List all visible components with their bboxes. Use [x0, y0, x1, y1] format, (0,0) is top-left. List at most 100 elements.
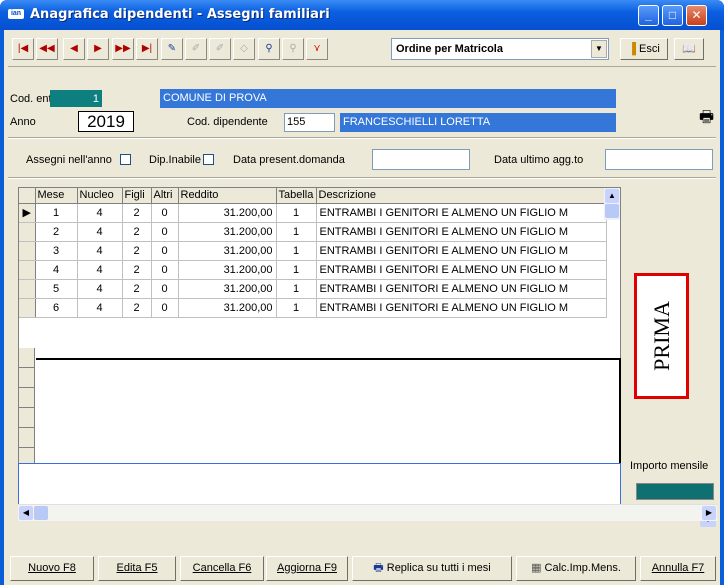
- new-record-icon[interactable]: ✎: [161, 38, 183, 60]
- table-cell[interactable]: 2: [122, 241, 152, 261]
- table-cell[interactable]: 4: [77, 222, 123, 242]
- book-icon[interactable]: 📖: [674, 38, 704, 60]
- table-cell[interactable]: 4: [77, 203, 123, 223]
- scroll-thumb[interactable]: [605, 204, 619, 218]
- erase-icon[interactable]: ◇: [233, 38, 255, 60]
- table-cell[interactable]: 6: [35, 298, 78, 318]
- search-disabled-icon[interactable]: ⚲: [282, 38, 304, 60]
- table-cell[interactable]: 0: [151, 241, 179, 261]
- order-select[interactable]: Ordine per Matricola ▼: [391, 38, 609, 60]
- table-row[interactable]: 4 4 2 0 31.200,00 1 ENTRAMBI I GENITORI E ALME…: [19, 260, 607, 280]
- table-cell[interactable]: ENTRAMBI I GENITORI E ALMENO UN FIGLIO M: [316, 241, 607, 261]
- importo-field[interactable]: [636, 483, 714, 500]
- assegni-grid[interactable]: Mese Nucleo Figli Altri Reddito Tabella …: [18, 187, 621, 482]
- column-header[interactable]: Tabella: [276, 188, 317, 204]
- title-bar[interactable]: ian Anagrafica dipendenti - Assegni fami…: [0, 0, 724, 30]
- data-agg-field[interactable]: [605, 149, 713, 170]
- table-cell[interactable]: 0: [151, 260, 179, 280]
- row-indicator[interactable]: [19, 279, 36, 299]
- table-row[interactable]: ▶ 1 4 2 0 31.200,00 1 ENTRAMBI I GENITORI E ALM…: [19, 203, 607, 223]
- table-cell[interactable]: 31.200,00: [178, 279, 277, 299]
- chevron-up-icon[interactable]: ▲: [605, 189, 619, 203]
- table-cell[interactable]: ENTRAMBI I GENITORI E ALMENO UN FIGLIO M: [316, 260, 607, 280]
- chevron-down-icon[interactable]: ▼: [591, 40, 607, 58]
- column-header[interactable]: Altri: [151, 188, 179, 204]
- table-cell[interactable]: 31.200,00: [178, 298, 277, 318]
- first-record-icon[interactable]: |◀: [12, 38, 34, 60]
- table-cell[interactable]: 31.200,00: [178, 260, 277, 280]
- column-header[interactable]: Mese: [35, 188, 78, 204]
- cancella-button[interactable]: Cancella F6: [180, 556, 264, 581]
- next-record-icon[interactable]: ▶: [87, 38, 109, 60]
- nuovo-button[interactable]: Nuovo F8: [10, 556, 94, 581]
- table-cell[interactable]: 3: [35, 241, 78, 261]
- table-cell[interactable]: 4: [77, 279, 123, 299]
- anno-field[interactable]: 2019: [78, 111, 134, 132]
- data-domanda-field[interactable]: [372, 149, 470, 170]
- table-cell[interactable]: 1: [276, 298, 317, 318]
- row-indicator[interactable]: [19, 222, 36, 242]
- assegni-checkbox[interactable]: [120, 154, 131, 165]
- table-cell[interactable]: 4: [77, 260, 123, 280]
- table-cell[interactable]: 4: [77, 298, 123, 318]
- table-cell[interactable]: ENTRAMBI I GENITORI E ALMENO UN FIGLIO M: [316, 279, 607, 299]
- table-cell[interactable]: 0: [151, 222, 179, 242]
- exit-button[interactable]: ▐ Esci: [620, 38, 668, 60]
- annulla-button[interactable]: Annulla F7: [640, 556, 716, 581]
- chevron-left-icon[interactable]: ◀: [19, 506, 33, 520]
- table-cell[interactable]: 2: [122, 203, 152, 223]
- table-cell[interactable]: 4: [35, 260, 78, 280]
- table-cell[interactable]: 0: [151, 203, 179, 223]
- column-header[interactable]: Descrizione: [316, 188, 607, 204]
- table-cell[interactable]: 2: [122, 260, 152, 280]
- minimize-button[interactable]: _: [638, 5, 659, 26]
- table-cell[interactable]: 1: [276, 203, 317, 223]
- search-icon[interactable]: ⚲: [258, 38, 280, 60]
- maximize-button[interactable]: □: [662, 5, 683, 26]
- scroll-thumb[interactable]: [34, 506, 48, 520]
- filter-icon[interactable]: ⋎: [306, 38, 328, 60]
- prev-page-icon[interactable]: ◀◀: [36, 38, 58, 60]
- table-cell[interactable]: 1: [35, 203, 78, 223]
- table-cell[interactable]: 1: [276, 241, 317, 261]
- table-cell[interactable]: 4: [77, 241, 123, 261]
- edit-record2-icon[interactable]: ✐: [209, 38, 231, 60]
- cod-dipendente-field[interactable]: 155: [284, 113, 335, 132]
- aggiorna-button[interactable]: Aggiorna F9: [266, 556, 348, 581]
- table-cell[interactable]: ENTRAMBI I GENITORI E ALMENO UN FIGLIO M: [316, 203, 607, 223]
- table-row[interactable]: 6 4 2 0 31.200,00 1 ENTRAMBI I GENITORI E ALME…: [19, 298, 607, 318]
- print-icon[interactable]: 🖶: [699, 106, 714, 133]
- table-cell[interactable]: 31.200,00: [178, 222, 277, 242]
- table-cell[interactable]: 31.200,00: [178, 241, 277, 261]
- table-cell[interactable]: 2: [122, 279, 152, 299]
- row-indicator[interactable]: [19, 298, 36, 318]
- prev-record-icon[interactable]: ◀: [63, 38, 85, 60]
- cod-ente-field[interactable]: 1: [50, 90, 102, 107]
- column-header[interactable]: Figli: [122, 188, 152, 204]
- table-cell[interactable]: 1: [276, 260, 317, 280]
- table-cell[interactable]: 1: [276, 279, 317, 299]
- edita-button[interactable]: Edita F5: [98, 556, 176, 581]
- table-cell[interactable]: 2: [35, 222, 78, 242]
- table-row[interactable]: 2 4 2 0 31.200,00 1 ENTRAMBI I GENITORI E ALME…: [19, 222, 607, 242]
- table-cell[interactable]: 5: [35, 279, 78, 299]
- table-row[interactable]: 3 4 2 0 31.200,00 1 ENTRAMBI I GENITORI E ALME…: [19, 241, 607, 261]
- grid-scrollbar[interactable]: ▲: [604, 188, 620, 220]
- horizontal-scrollbar[interactable]: ◀ ▶: [18, 504, 717, 521]
- grid-empty-area[interactable]: [36, 358, 621, 480]
- next-page-icon[interactable]: ▶▶: [112, 38, 134, 60]
- last-record-icon[interactable]: ▶|: [136, 38, 158, 60]
- table-row[interactable]: 5 4 2 0 31.200,00 1 ENTRAMBI I GENITORI E ALME…: [19, 279, 607, 299]
- replica-button[interactable]: 🖶 Replica su tutti i mesi: [352, 556, 512, 581]
- column-header[interactable]: Reddito: [178, 188, 277, 204]
- row-indicator[interactable]: [19, 241, 36, 261]
- chevron-right-icon[interactable]: ▶: [702, 506, 716, 520]
- table-cell[interactable]: 2: [122, 222, 152, 242]
- table-cell[interactable]: 1: [276, 222, 317, 242]
- table-cell[interactable]: 31.200,00: [178, 203, 277, 223]
- inabile-checkbox[interactable]: [203, 154, 214, 165]
- table-cell[interactable]: 0: [151, 279, 179, 299]
- column-header[interactable]: Nucleo: [77, 188, 123, 204]
- table-cell[interactable]: ENTRAMBI I GENITORI E ALMENO UN FIGLIO M: [316, 222, 607, 242]
- edit-record-icon[interactable]: ✐: [185, 38, 207, 60]
